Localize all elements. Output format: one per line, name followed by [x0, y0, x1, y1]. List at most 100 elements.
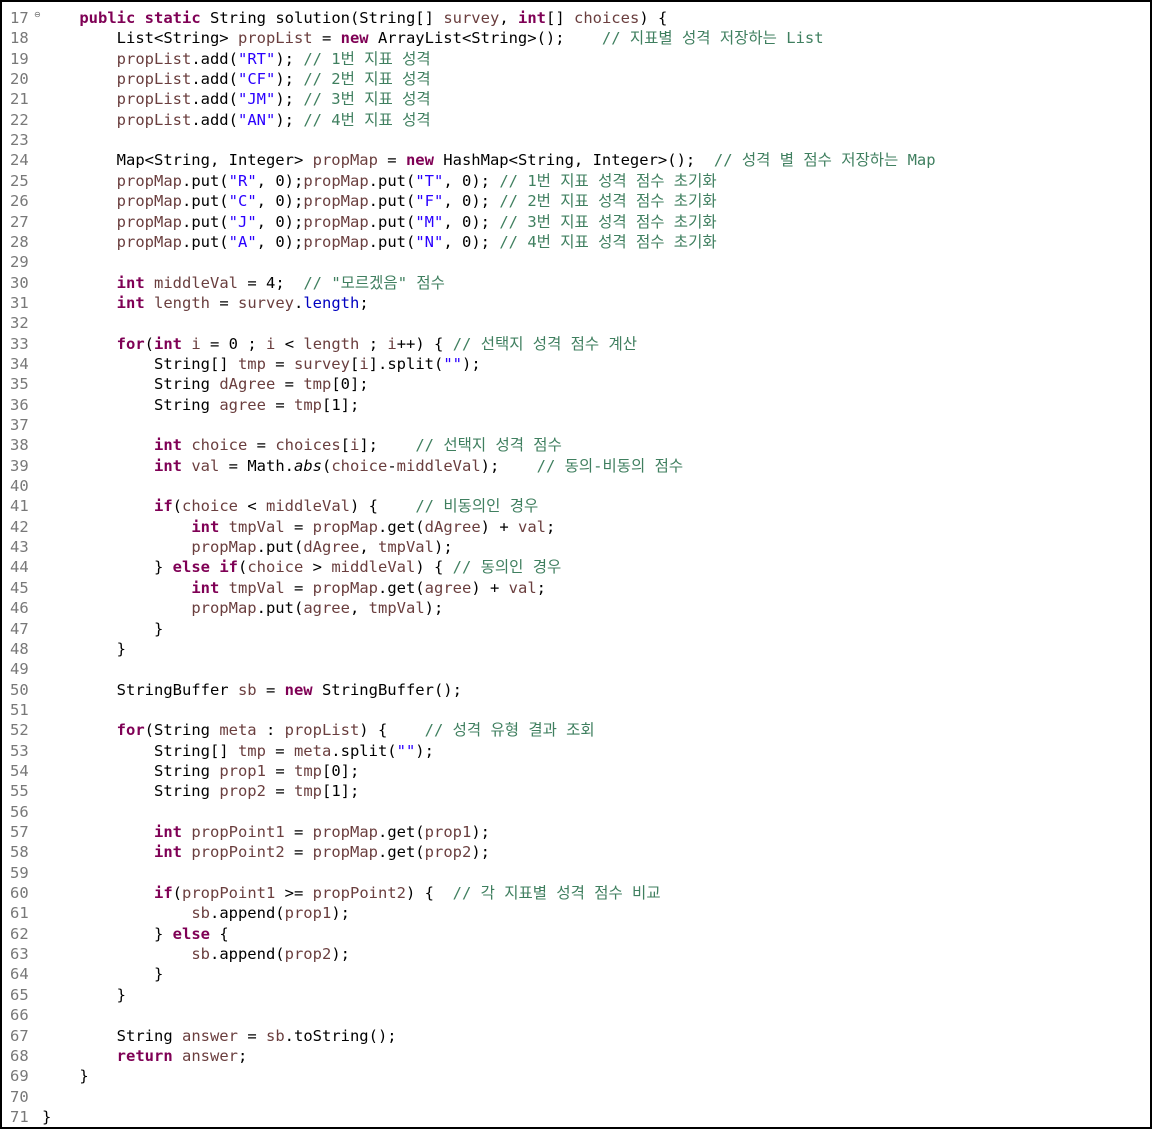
code-token: } [42, 558, 173, 577]
code-line: 34 String[] tmp = survey[i].split(""); [6, 354, 1146, 374]
line-number: 28 [10, 232, 29, 251]
code-token: ]; [359, 436, 416, 455]
code-line: 69 } [6, 1066, 1146, 1086]
line-number: 39 [10, 456, 29, 475]
fold-collapse-icon[interactable]: ⊖ [34, 8, 41, 22]
code-token: middleVal [331, 558, 416, 577]
line-number: 48 [10, 639, 29, 658]
code-token: } [42, 1107, 52, 1126]
code-line: 61 sb.append(prop1); [6, 903, 1146, 923]
line-number: 35 [10, 375, 29, 394]
code-token: ); [275, 110, 304, 129]
code-token: propMap [312, 823, 378, 841]
code-token: int [154, 334, 182, 353]
code-comment: // 비동의인 경우 [415, 497, 539, 516]
code-token: ); [471, 843, 490, 862]
code-line: 41 if(choice < middleVal) { // 비동의인 경우 [6, 496, 1146, 516]
code-comment: // 4번 지표 성격 [303, 110, 431, 129]
code-token: propPoint1 [191, 823, 285, 841]
code-line: 64 } [6, 964, 1146, 984]
code-token: .get( [377, 843, 425, 862]
code-token: = [284, 823, 313, 841]
code-token: ); [275, 70, 304, 89]
code-text: String[] tmp = survey[i].split(""); [42, 354, 481, 374]
code-token: .add( [191, 110, 238, 129]
code-token: > [303, 558, 332, 577]
code-token: .add( [191, 90, 238, 109]
code-line: 17 ⊖ public static String solution(String… [6, 8, 1146, 28]
line-number: 36 [10, 395, 29, 414]
line-number: 67 [10, 1026, 29, 1045]
code-token: propMap [303, 192, 369, 211]
code-text: public static String solution(String[] s… [42, 8, 667, 28]
code-line: 65 } [6, 985, 1146, 1005]
code-token: propPoint1 [182, 884, 276, 903]
code-token: String [42, 395, 220, 414]
code-token: tmpVal [228, 517, 285, 536]
code-token: ) { [639, 9, 668, 27]
code-token: choice [191, 436, 248, 455]
line-number: 45 [10, 578, 29, 597]
code-token: , 0); [443, 171, 500, 190]
code-line: 25 propMap.put("R", 0);propMap.put("T", … [6, 171, 1146, 191]
code-token: if [153, 497, 173, 516]
line-number: 49 [10, 660, 29, 679]
code-token: } [42, 924, 173, 943]
code-token: static [144, 9, 201, 27]
code-text: } [42, 639, 126, 659]
code-token: String [42, 782, 220, 801]
code-text: sb.append(prop1); [42, 903, 350, 923]
line-number: 26 [10, 192, 29, 211]
code-line: 58 int propPoint2 = propMap.get(prop2); [6, 842, 1146, 862]
code-token: propMap [312, 843, 378, 862]
code-token: propMap [303, 232, 369, 251]
code-editor[interactable]: 17 ⊖ public static String solution(String… [6, 6, 1146, 1126]
code-token: sb [237, 680, 257, 699]
code-token: prop2 [284, 945, 332, 964]
code-comment: // 1번 지표 성격 [303, 49, 431, 68]
code-token: = [256, 680, 285, 699]
line-number: 60 [10, 884, 29, 903]
code-token: tmp [303, 375, 332, 394]
line-number: 69 [10, 1067, 29, 1086]
code-token: tmp [293, 782, 322, 801]
code-editor-frame: 17 ⊖ public static String solution(String… [0, 0, 1152, 1129]
code-token: [1]; [321, 395, 360, 414]
code-token: [ [340, 436, 350, 455]
code-token: propPoint2 [312, 884, 406, 903]
code-line: 48 } [6, 639, 1146, 659]
code-token: ; [359, 293, 369, 312]
line-number: 57 [10, 823, 29, 841]
code-line: 26 propMap.put("C", 0);propMap.put("F", … [6, 191, 1146, 211]
code-token: "N" [415, 232, 444, 251]
code-token: = 0 ; [200, 334, 267, 353]
code-token: .put( [181, 192, 229, 211]
code-token: } [42, 965, 164, 984]
line-number: 51 [10, 700, 29, 719]
code-token: i [359, 354, 369, 373]
code-token: ].split( [368, 354, 444, 373]
code-text: int tmpVal = propMap.get(dAgree) + val; [42, 517, 555, 537]
code-line: 66 [6, 1005, 1146, 1025]
code-token: .put( [256, 538, 304, 557]
code-token: ) { [415, 558, 453, 577]
code-token: tmpVal [377, 538, 434, 557]
code-token: .get( [377, 578, 425, 597]
code-token: ); [275, 49, 304, 68]
code-token: . [294, 293, 304, 312]
line-number: 40 [10, 477, 29, 496]
code-token: ( [172, 884, 182, 903]
code-token: String [42, 761, 220, 780]
line-number: 44 [10, 558, 29, 577]
code-comment: // 선택지 성격 점수 계산 [452, 334, 638, 353]
code-token: prop1 [219, 761, 266, 780]
code-text: propList.add("RT"); // 1번 지표 성격 [42, 49, 431, 69]
code-token: .get( [377, 823, 425, 841]
code-comment: // "모르겠음" 점수 [303, 273, 445, 292]
